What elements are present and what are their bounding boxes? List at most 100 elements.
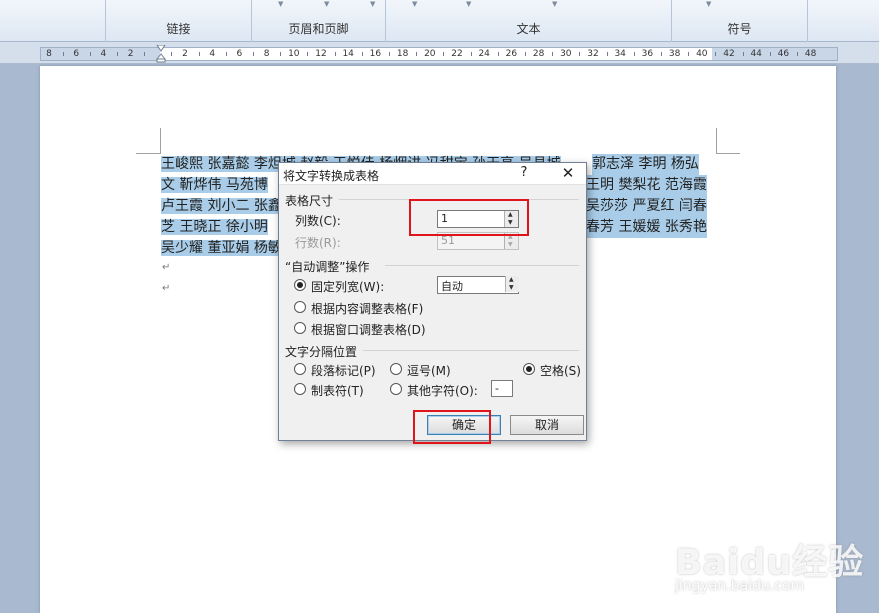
document-line[interactable]: 吴少耀 董亚娟 杨敏	[161, 238, 282, 259]
rows-label: 行数(R):	[295, 236, 341, 250]
ruler-number: 40	[696, 49, 708, 59]
section-heading: “自动调整”操作	[285, 260, 370, 274]
fixed-width-combo[interactable]: 自动 ▲ ▼	[437, 276, 519, 294]
dialog-titlebar[interactable]: 将文字转换成表格 ? ✕	[279, 163, 586, 185]
autofit-section: “自动调整”操作	[285, 258, 579, 275]
other-char-input[interactable]: -	[491, 380, 513, 397]
selected-text: 郭志泽 李明 杨弘	[592, 154, 699, 175]
close-icon[interactable]: ✕	[560, 164, 576, 182]
ruler-tick	[797, 52, 798, 56]
ribbon-group-label: 文本	[516, 22, 541, 36]
ruler-number: 4	[209, 49, 216, 59]
ribbon-group-header-footer[interactable]: ▼ ▼ ▼ 页眉和页脚	[252, 0, 386, 42]
document-line[interactable]: 文 靳烨伟 马苑博 王明 樊梨花 范海霞	[161, 175, 707, 196]
ruler-number: 48	[804, 49, 817, 59]
comma-label[interactable]: 逗号(M)	[407, 362, 451, 379]
ruler-number: 14	[342, 49, 354, 59]
ruler-bar: 8 6 4 2 2 4 6 8 10 12 14 16 18 20 22 24 26 28 30 32 34 36 38 40…	[0, 42, 879, 64]
comma-radio[interactable]	[390, 363, 402, 375]
ruler-tick	[661, 52, 662, 56]
paragraph-mark-icon: ↵	[162, 262, 171, 273]
ruler-number: 6	[73, 49, 80, 59]
ruler-number: 12	[315, 49, 327, 59]
highlight-box	[409, 199, 529, 236]
fixed-width-spinner[interactable]: ▲ ▼	[504, 276, 519, 294]
section-heading: 表格尺寸	[285, 194, 334, 208]
selected-text: 王明 樊梨花 范海霞	[586, 175, 707, 196]
ruler-number: 36	[641, 49, 654, 59]
spin-down-icon: ▼	[508, 241, 513, 248]
ruler-tick	[525, 52, 526, 56]
ruler-tick	[225, 52, 227, 56]
autofit-content-radio[interactable]	[294, 301, 306, 313]
cancel-button[interactable]: 取消	[510, 415, 584, 435]
paragraph-mark-label[interactable]: 段落标记(P)	[311, 362, 376, 379]
crop-mark	[160, 128, 161, 154]
tab-label[interactable]: 制表符(T)	[311, 382, 364, 399]
selected-text: 吴少耀 董亚娟 杨敏	[161, 240, 282, 256]
space-label[interactable]: 空格(S)	[540, 362, 581, 379]
ruler-number: 26	[505, 49, 518, 59]
ruler-tick	[334, 52, 336, 56]
ruler-tick	[579, 52, 581, 56]
ruler-number: 10	[288, 49, 300, 59]
ruler-tick	[117, 52, 118, 56]
other-char-label[interactable]: 其他字符(O):	[407, 382, 478, 399]
ruler-number: 42	[723, 49, 735, 59]
paragraph-mark-icon: ↵	[162, 283, 171, 294]
spin-down-icon[interactable]: ▼	[509, 284, 514, 292]
selected-text: 文 靳烨伟 马苑博	[161, 177, 268, 193]
help-icon[interactable]: ?	[517, 165, 531, 180]
autofit-window-label[interactable]: 根据窗口调整表格(D)	[311, 321, 426, 338]
space-radio[interactable]	[523, 363, 535, 375]
chevron-down-icon: ▼	[466, 0, 472, 8]
ruler-tick	[280, 52, 282, 56]
fixed-width-label[interactable]: 固定列宽(W):	[311, 278, 384, 295]
ruler-number: 4	[100, 49, 107, 59]
ruler-number: 8	[46, 49, 52, 59]
horizontal-ruler[interactable]: 8 6 4 2 2 4 6 8 10 12 14 16 18 20 22 24 26 28 30 32 34 36 38 40…	[40, 45, 838, 63]
autofit-content-label[interactable]: 根据内容调整表格(F)	[311, 300, 423, 317]
ruler-number: 2	[127, 49, 134, 59]
ruler-number: 24	[478, 49, 490, 59]
ruler-tick	[416, 52, 418, 56]
ruler-number: 20	[424, 49, 436, 59]
selected-text: 卢王霞 刘小二 张鑫	[161, 198, 282, 214]
document-line[interactable]: 芝 王晓正 徐小明 春芳 王媛媛 张秀艳	[161, 217, 707, 238]
paragraph-mark-radio[interactable]	[294, 363, 306, 375]
ruler-number: 28	[532, 49, 545, 59]
fixed-width-value: 自动	[441, 280, 463, 293]
ruler-tick	[443, 52, 445, 56]
ribbon-group-previous	[0, 0, 106, 42]
fixed-width-radio[interactable]	[294, 279, 306, 291]
ruler-number: 8	[263, 49, 270, 59]
table-size-section: 表格尺寸	[285, 192, 579, 209]
ruler-tick	[171, 52, 173, 56]
ruler-tick	[769, 52, 771, 56]
ruler-tick	[62, 52, 64, 56]
spin-up-icon[interactable]: ▲	[509, 276, 514, 284]
ribbon-group-label: 页眉和页脚	[288, 22, 349, 36]
chevron-down-icon: ▼	[552, 0, 558, 8]
ribbon-group-text[interactable]: ▼ ▼ ▼ 文本	[386, 0, 672, 42]
ribbon-group-links[interactable]: 链接	[106, 0, 252, 42]
ruler-number: 16	[369, 49, 382, 59]
ruler-number: 34	[614, 49, 626, 59]
ruler-number: 18	[396, 49, 409, 59]
indent-marker-icon[interactable]	[156, 45, 166, 63]
ruler-tick	[361, 52, 363, 56]
tab-radio[interactable]	[294, 383, 306, 395]
spinner-buttons[interactable]: ▲ ▼	[505, 276, 519, 292]
chevron-down-icon: ▼	[412, 0, 418, 8]
other-char-radio[interactable]	[390, 383, 402, 395]
ribbon-group-symbols[interactable]: ▼ 符号	[672, 0, 808, 42]
crop-mark	[136, 153, 160, 154]
columns-label: 列数(C):	[295, 214, 341, 228]
document-line[interactable]: 卢王霞 刘小二 张鑫 吴莎莎 严夏红 闫春	[161, 196, 707, 217]
chevron-down-icon: ▼	[324, 0, 330, 8]
ruler-tick	[552, 52, 554, 56]
autofit-window-radio[interactable]	[294, 322, 306, 334]
watermark-url: jingyan.baidu.com	[675, 578, 805, 594]
selected-text: 春芳 王媛媛 张秀艳	[586, 217, 707, 238]
chevron-down-icon: ▼	[706, 0, 712, 8]
